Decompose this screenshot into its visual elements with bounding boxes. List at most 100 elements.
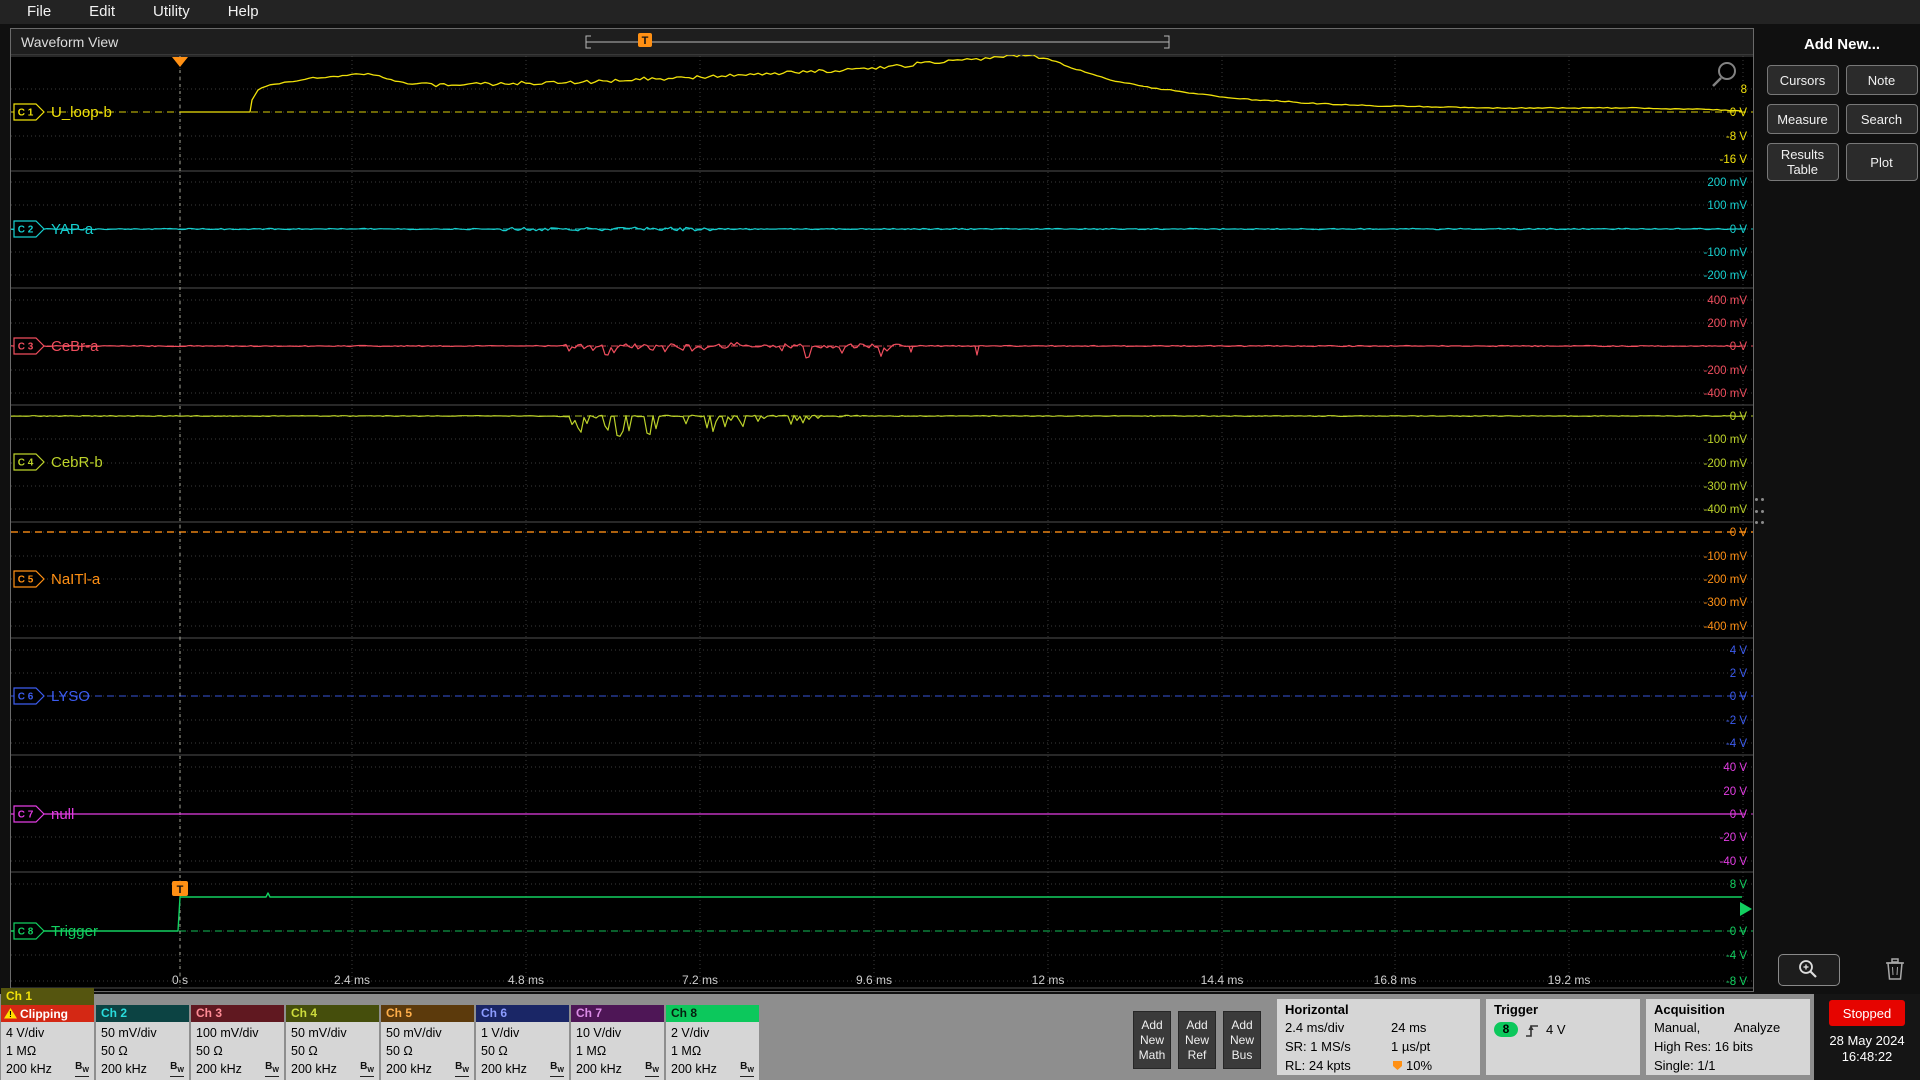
time-axis-label: 9.6 ms: [856, 973, 892, 987]
trace-c2: [11, 226, 1743, 232]
channel-label-c3: CeBr-a: [51, 338, 99, 355]
svg-text:C 1: C 1: [18, 108, 34, 119]
waveform-view-tab[interactable]: Waveform View: [21, 29, 118, 55]
axis-label: 0 V: [1730, 411, 1748, 423]
channel-bandwidth: 200 kHz BW: [576, 1060, 659, 1077]
expansion-point-marker[interactable]: [172, 57, 188, 67]
channel-settings-ch8[interactable]: Ch 8 2 V/div 1 MΩ 200 kHz BW: [666, 1005, 759, 1080]
channel-badge-c6[interactable]: C 6: [13, 687, 45, 705]
time-axis-label: 16.8 ms: [1374, 973, 1417, 987]
channel-badge-c8[interactable]: C 8: [13, 922, 45, 940]
waveform-plot[interactable]: T 8 0 V -8 V -16 V 200 mV 100 mV 0 V -100 mV -200…: [11, 55, 1753, 991]
axis-label: 400 mV: [1707, 295, 1747, 307]
channel-label-c1: U_loop-b: [51, 104, 112, 121]
channel-tile-title: Ch 5: [381, 1005, 474, 1022]
channel-scale: 50 mV/div: [386, 1026, 442, 1040]
svg-text:T: T: [177, 884, 184, 896]
channel-tile-title: Ch 7: [571, 1005, 664, 1022]
time-axis-label: 12 ms: [1032, 973, 1065, 987]
time-axis-label: 0 s: [172, 973, 188, 987]
axis-label: -400 mV: [1704, 504, 1748, 516]
channel-impedance: 50 Ω: [101, 1044, 128, 1058]
plot-tools: [1764, 954, 1920, 986]
channel-settings-ch4[interactable]: Ch 4 50 mV/div 50 Ω 200 kHz BW: [286, 1005, 379, 1080]
channel-settings-ch6[interactable]: Ch 6 1 V/div 50 Ω 200 kHz BW: [476, 1005, 569, 1080]
channel-badge-c2[interactable]: C 2: [13, 220, 45, 238]
record-view-ruler[interactable]: T: [11, 29, 1753, 55]
channel-tile-title: Ch 8: [666, 1005, 759, 1022]
warning-icon: !: [4, 1008, 17, 1019]
horizontal-title: Horizontal: [1285, 1002, 1349, 1017]
channel-tiles: Ch 1! Clipping 4 V/div 1 MΩ 200 kHz BW Ch 2 50 …: [1, 988, 759, 1080]
zoom-button[interactable]: [1778, 954, 1840, 986]
rising-edge-icon: [1526, 1024, 1538, 1037]
trigger-level-arrow[interactable]: [1740, 902, 1752, 916]
add-new-math-button[interactable]: Add New Math: [1133, 1011, 1171, 1069]
channel-settings-ch5[interactable]: Ch 5 50 mV/div 50 Ω 200 kHz BW: [381, 1005, 474, 1080]
acquisition-panel[interactable]: Acquisition Manual, Analyze High Res: 16…: [1646, 999, 1810, 1075]
panel-button-note[interactable]: Note: [1845, 65, 1918, 95]
menu-help[interactable]: Help: [209, 0, 278, 24]
channel-bandwidth: 200 kHz BW: [6, 1060, 89, 1077]
axis-label: 0 V: [1730, 224, 1748, 236]
channel-settings-ch7[interactable]: Ch 7 10 V/div 1 MΩ 200 kHz BW: [571, 1005, 664, 1080]
trigger-title: Trigger: [1494, 1002, 1539, 1017]
horizontal-window: 24 ms: [1391, 1020, 1427, 1035]
add-new-bus-button[interactable]: Add New Bus: [1223, 1011, 1261, 1069]
menu-utility[interactable]: Utility: [134, 0, 209, 24]
panel-button-measure[interactable]: Measure: [1766, 104, 1839, 134]
run-stop-button[interactable]: Stopped: [1829, 1000, 1905, 1026]
channel-badge-c7[interactable]: C 7: [13, 805, 45, 823]
channel-scale: 1 V/div: [481, 1026, 520, 1040]
bandwidth-icon: BW: [455, 1061, 469, 1077]
panel-splitter-handle[interactable]: [1754, 498, 1764, 524]
add-new-ref-button[interactable]: Add New Ref: [1178, 1011, 1216, 1069]
panel-button-search[interactable]: Search: [1845, 104, 1918, 134]
channel-scale: 4 V/div: [6, 1026, 45, 1040]
clipping-warning: ! Clipping: [1, 1005, 94, 1022]
channel-tile-title: Ch 1: [1, 988, 94, 1005]
axis-label: -400 mV: [1704, 621, 1748, 633]
axis-label: 0 V: [1730, 926, 1748, 938]
time-axis-label: 19.2 ms: [1548, 973, 1591, 987]
magnifier-plus-icon: [1799, 960, 1817, 978]
trigger-source-badge: 8: [1494, 1022, 1518, 1037]
settings-bar: Ch 1! Clipping 4 V/div 1 MΩ 200 kHz BW Ch 2 50 …: [0, 988, 1920, 1080]
menu-file[interactable]: File: [8, 0, 70, 24]
axis-label: -400 mV: [1704, 388, 1748, 400]
axis-label: -8 V: [1726, 976, 1747, 988]
bandwidth-icon: BW: [740, 1061, 754, 1077]
horizontal-panel[interactable]: Horizontal 2.4 ms/div 24 ms SR: 1 MS/s 1…: [1277, 999, 1480, 1075]
channel-scale: 50 mV/div: [291, 1026, 347, 1040]
channel-scale: 50 mV/div: [101, 1026, 157, 1040]
acquisition-mode: Manual,: [1654, 1020, 1701, 1035]
channel-badge-c3[interactable]: C 3: [13, 337, 45, 355]
channel-tile-title: Ch 2: [96, 1005, 189, 1022]
time-axis-label: 2.4 ms: [334, 973, 370, 987]
axis-label: 40 V: [1723, 762, 1747, 774]
waveform-view-header: T Waveform View: [11, 29, 1753, 55]
trash-button[interactable]: [1884, 956, 1906, 985]
channel-settings-ch3[interactable]: Ch 3 100 mV/div 50 Ω 200 kHz BW: [191, 1005, 284, 1080]
channel-bandwidth: 200 kHz BW: [291, 1060, 374, 1077]
menu-edit[interactable]: Edit: [70, 0, 134, 24]
channel-badge-c4[interactable]: C 4: [13, 453, 45, 471]
zoom-tool-icon[interactable]: [1712, 62, 1736, 87]
axis-label: -20 V: [1720, 832, 1748, 844]
channel-badge-c1[interactable]: C 1: [13, 103, 45, 121]
channel-settings-ch2[interactable]: Ch 2 50 mV/div 50 Ω 200 kHz BW: [96, 1005, 189, 1080]
axis-label: -100 mV: [1704, 551, 1748, 563]
trigger-panel[interactable]: Trigger 8 4 V: [1486, 999, 1640, 1075]
channel-impedance: 50 Ω: [481, 1044, 508, 1058]
time-axis-label: 14.4 ms: [1201, 973, 1244, 987]
panel-button-results-table[interactable]: Results Table: [1766, 143, 1839, 181]
channel-tile-title: Ch 3: [191, 1005, 284, 1022]
panel-button-plot[interactable]: Plot: [1845, 143, 1918, 181]
axis-label: 0 V: [1730, 527, 1748, 539]
channel-settings-ch1[interactable]: Ch 1! Clipping 4 V/div 1 MΩ 200 kHz BW: [1, 988, 94, 1080]
axis-label: -300 mV: [1704, 597, 1748, 609]
channel-scale: 10 V/div: [576, 1026, 622, 1040]
channel-badge-c5[interactable]: C 5: [13, 570, 45, 588]
panel-button-cursors[interactable]: Cursors: [1766, 65, 1839, 95]
trigger-level: 4 V: [1546, 1022, 1566, 1037]
